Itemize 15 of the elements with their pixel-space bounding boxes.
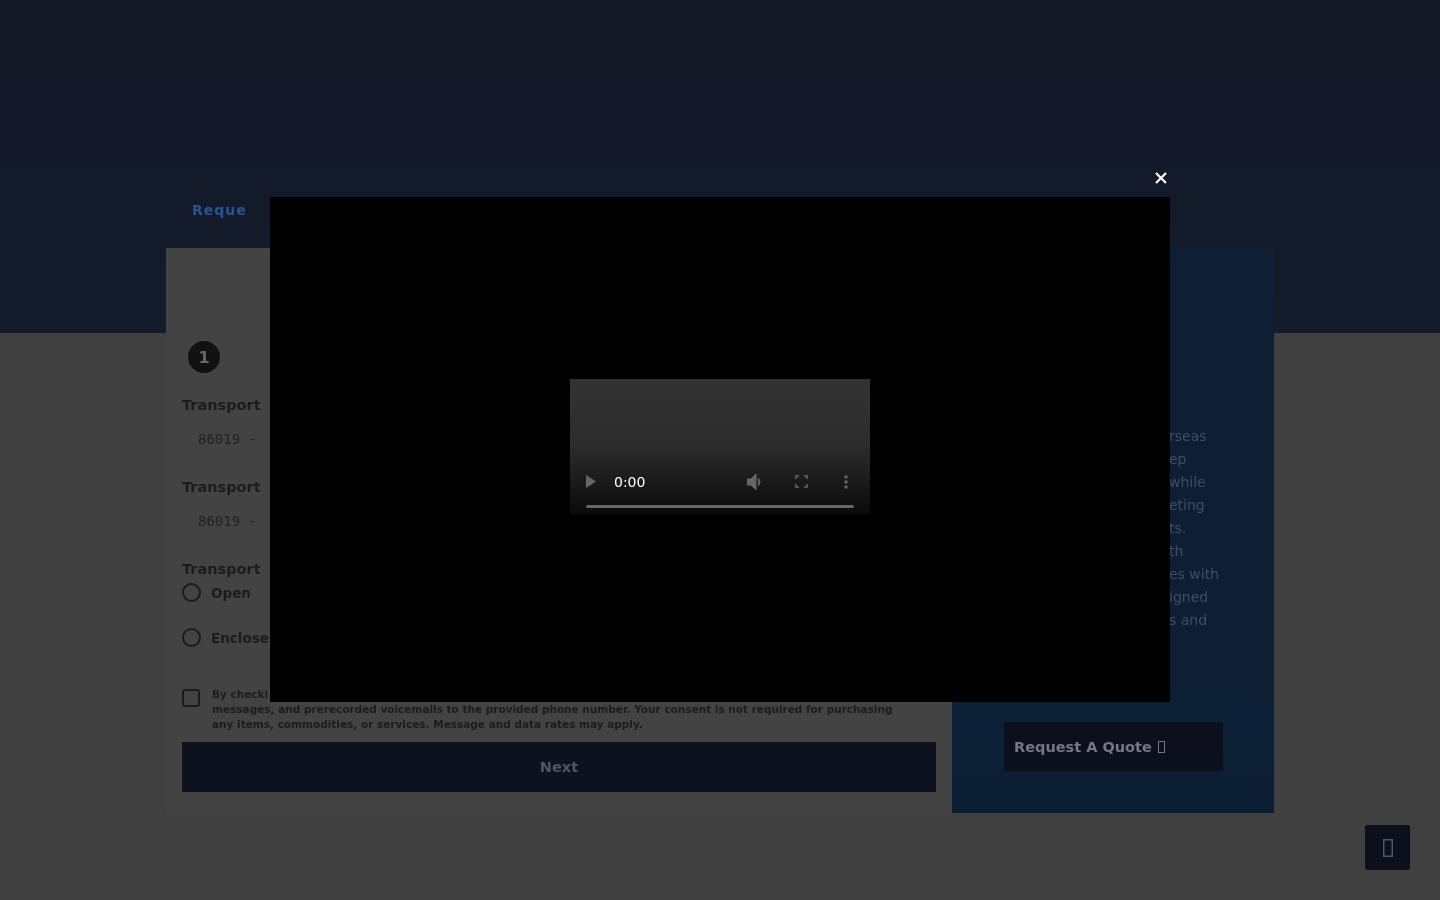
play-icon[interactable]	[586, 475, 596, 488]
more-icon[interactable]	[844, 474, 848, 489]
fullscreen-icon[interactable]	[795, 475, 808, 488]
radio-button[interactable]	[182, 583, 201, 602]
glyph-icon	[1157, 740, 1165, 753]
step-badge: 1	[188, 341, 220, 373]
scroll-button[interactable]	[1365, 825, 1410, 870]
quote-button[interactable]: Request A Quote	[1004, 722, 1223, 771]
volume-icon[interactable]	[747, 473, 764, 490]
radio-button[interactable]	[182, 628, 201, 647]
consent-checkbox[interactable]	[182, 689, 200, 707]
progress-track[interactable]	[586, 504, 854, 508]
video-time: 0:00	[614, 473, 647, 490]
next-button[interactable]: Next	[182, 742, 936, 792]
glyph-icon	[1382, 838, 1393, 857]
